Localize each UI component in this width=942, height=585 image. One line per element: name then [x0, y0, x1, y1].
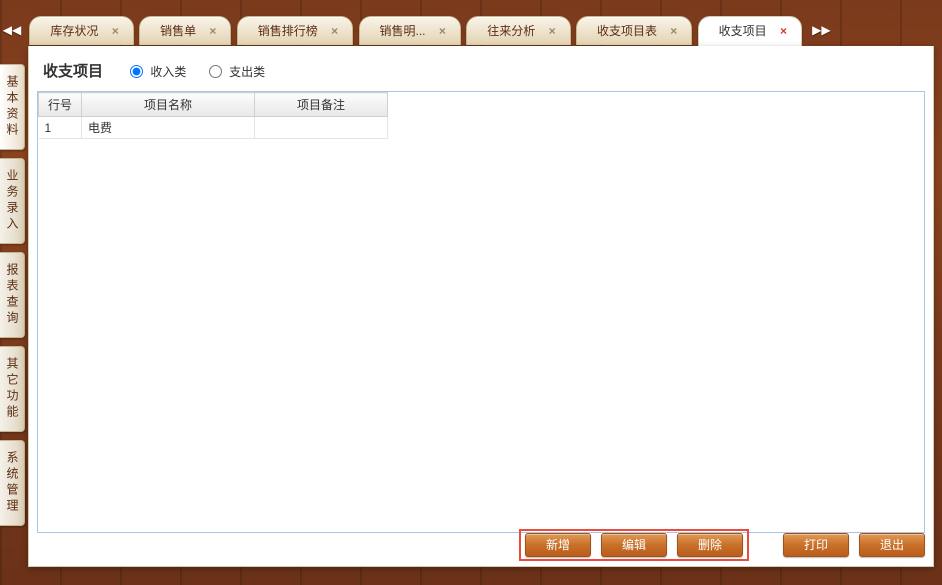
print-button[interactable]: 打印 [783, 533, 849, 557]
radio-expense-input[interactable] [209, 65, 222, 78]
tab-scroll-left[interactable]: ◀◀ [0, 16, 24, 44]
tab-label: 收支项目表 [597, 24, 657, 38]
nav-business-entry[interactable]: 业务录入 [0, 158, 25, 244]
tab-label: 库存状况 [50, 24, 98, 38]
panel-title: 收支项目 [43, 60, 103, 81]
tabstrip: ◀◀ 库存状况 × 销售单 × 销售排行榜 × 销售明... × 往来分析 × … [0, 16, 942, 50]
edit-button[interactable]: 编辑 [601, 533, 667, 557]
close-icon[interactable]: × [780, 17, 787, 45]
cell-name: 电费 [82, 117, 255, 139]
tab-label: 销售明... [380, 24, 426, 38]
close-icon[interactable]: × [112, 17, 119, 45]
close-icon[interactable]: × [209, 17, 216, 45]
tab-income-expense-report[interactable]: 收支项目表 × [576, 16, 692, 45]
column-header-remark[interactable]: 项目备注 [255, 93, 388, 117]
workarea: 收支项目 收入类 支出类 行号 项目名称 项目备注 [28, 46, 934, 567]
column-header-rownum[interactable]: 行号 [39, 93, 82, 117]
cell-remark [255, 117, 388, 139]
tab-income-expense-item[interactable]: 收支项目 × [698, 16, 802, 47]
tab-label: 收支项目 [719, 24, 767, 38]
radio-income[interactable]: 收入类 [125, 65, 190, 79]
close-icon[interactable]: × [670, 17, 677, 45]
add-button[interactable]: 新增 [525, 533, 591, 557]
tab-sales-order[interactable]: 销售单 × [139, 16, 231, 45]
radio-expense-label: 支出类 [229, 65, 265, 79]
nav-system-management[interactable]: 系统管理 [0, 440, 25, 526]
edit-button-group: 新增 编辑 删除 [519, 529, 749, 561]
tab-label: 销售排行榜 [258, 24, 318, 38]
radio-income-input[interactable] [130, 65, 143, 78]
left-nav: 基本资料 业务录入 报表查询 其它功能 系统管理 [0, 64, 20, 534]
tab-sales-detail[interactable]: 销售明... × [359, 16, 461, 45]
radio-income-label: 收入类 [150, 65, 186, 79]
tab-label: 销售单 [160, 24, 196, 38]
tab-stock-status[interactable]: 库存状况 × [29, 16, 133, 45]
exit-button[interactable]: 退出 [859, 533, 925, 557]
nav-report-query[interactable]: 报表查询 [0, 252, 25, 338]
tab-label: 往来分析 [487, 24, 535, 38]
radio-expense[interactable]: 支出类 [204, 65, 265, 79]
type-radio-group: 收入类 支出类 [125, 62, 279, 80]
tab-contact-analysis[interactable]: 往来分析 × [466, 16, 570, 45]
grid-header-row: 行号 项目名称 项目备注 [39, 93, 388, 117]
delete-button[interactable]: 删除 [677, 533, 743, 557]
close-icon[interactable]: × [439, 17, 446, 45]
close-icon[interactable]: × [331, 17, 338, 45]
table-row[interactable]: 1 电费 [39, 117, 388, 139]
tab-scroll-right[interactable]: ▶▶ [809, 16, 833, 44]
column-header-name[interactable]: 项目名称 [82, 93, 255, 117]
panel-header: 收支项目 收入类 支出类 [29, 46, 933, 91]
cell-rownum: 1 [39, 117, 82, 139]
data-grid[interactable]: 行号 项目名称 项目备注 1 电费 [37, 91, 925, 533]
nav-basic-data[interactable]: 基本资料 [0, 64, 25, 150]
footer-toolbar: 新增 编辑 删除 打印 退出 [37, 532, 925, 558]
close-icon[interactable]: × [549, 17, 556, 45]
nav-other-functions[interactable]: 其它功能 [0, 346, 25, 432]
tab-sales-ranking[interactable]: 销售排行榜 × [237, 16, 353, 45]
